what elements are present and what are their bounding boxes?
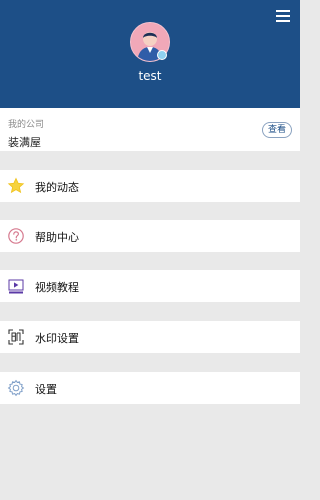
video-play-icon — [7, 277, 25, 295]
menu-item-label: 视频教程 — [35, 281, 79, 294]
star-icon — [7, 177, 25, 195]
help-question-icon — [7, 227, 25, 245]
menu-item-label: 帮助中心 — [35, 231, 79, 244]
username: test — [138, 69, 162, 83]
menu-item-label: 设置 — [35, 383, 57, 396]
company-card: 我的公司 装满屋 查看 — [0, 108, 300, 151]
menu-item-label: 水印设置 — [35, 332, 79, 345]
menu-item-settings[interactable]: 设置 — [0, 372, 300, 404]
profile-header: test — [0, 0, 300, 108]
hamburger-menu-icon[interactable] — [276, 10, 290, 22]
settings-gear-icon — [7, 379, 25, 397]
status-badge — [157, 50, 167, 60]
menu-item-watermark[interactable]: 水印设置 — [0, 321, 300, 353]
company-label: 我的公司 — [8, 120, 45, 130]
menu-item-help[interactable]: 帮助中心 — [0, 220, 300, 252]
watermark-icon — [7, 328, 25, 346]
menu-item-activity[interactable]: 我的动态 — [0, 170, 300, 202]
company-name: 装满屋 — [8, 136, 41, 149]
menu-item-label: 我的动态 — [35, 181, 79, 194]
view-button[interactable]: 查看 — [262, 122, 292, 138]
menu-item-video[interactable]: 视频教程 — [0, 270, 300, 302]
